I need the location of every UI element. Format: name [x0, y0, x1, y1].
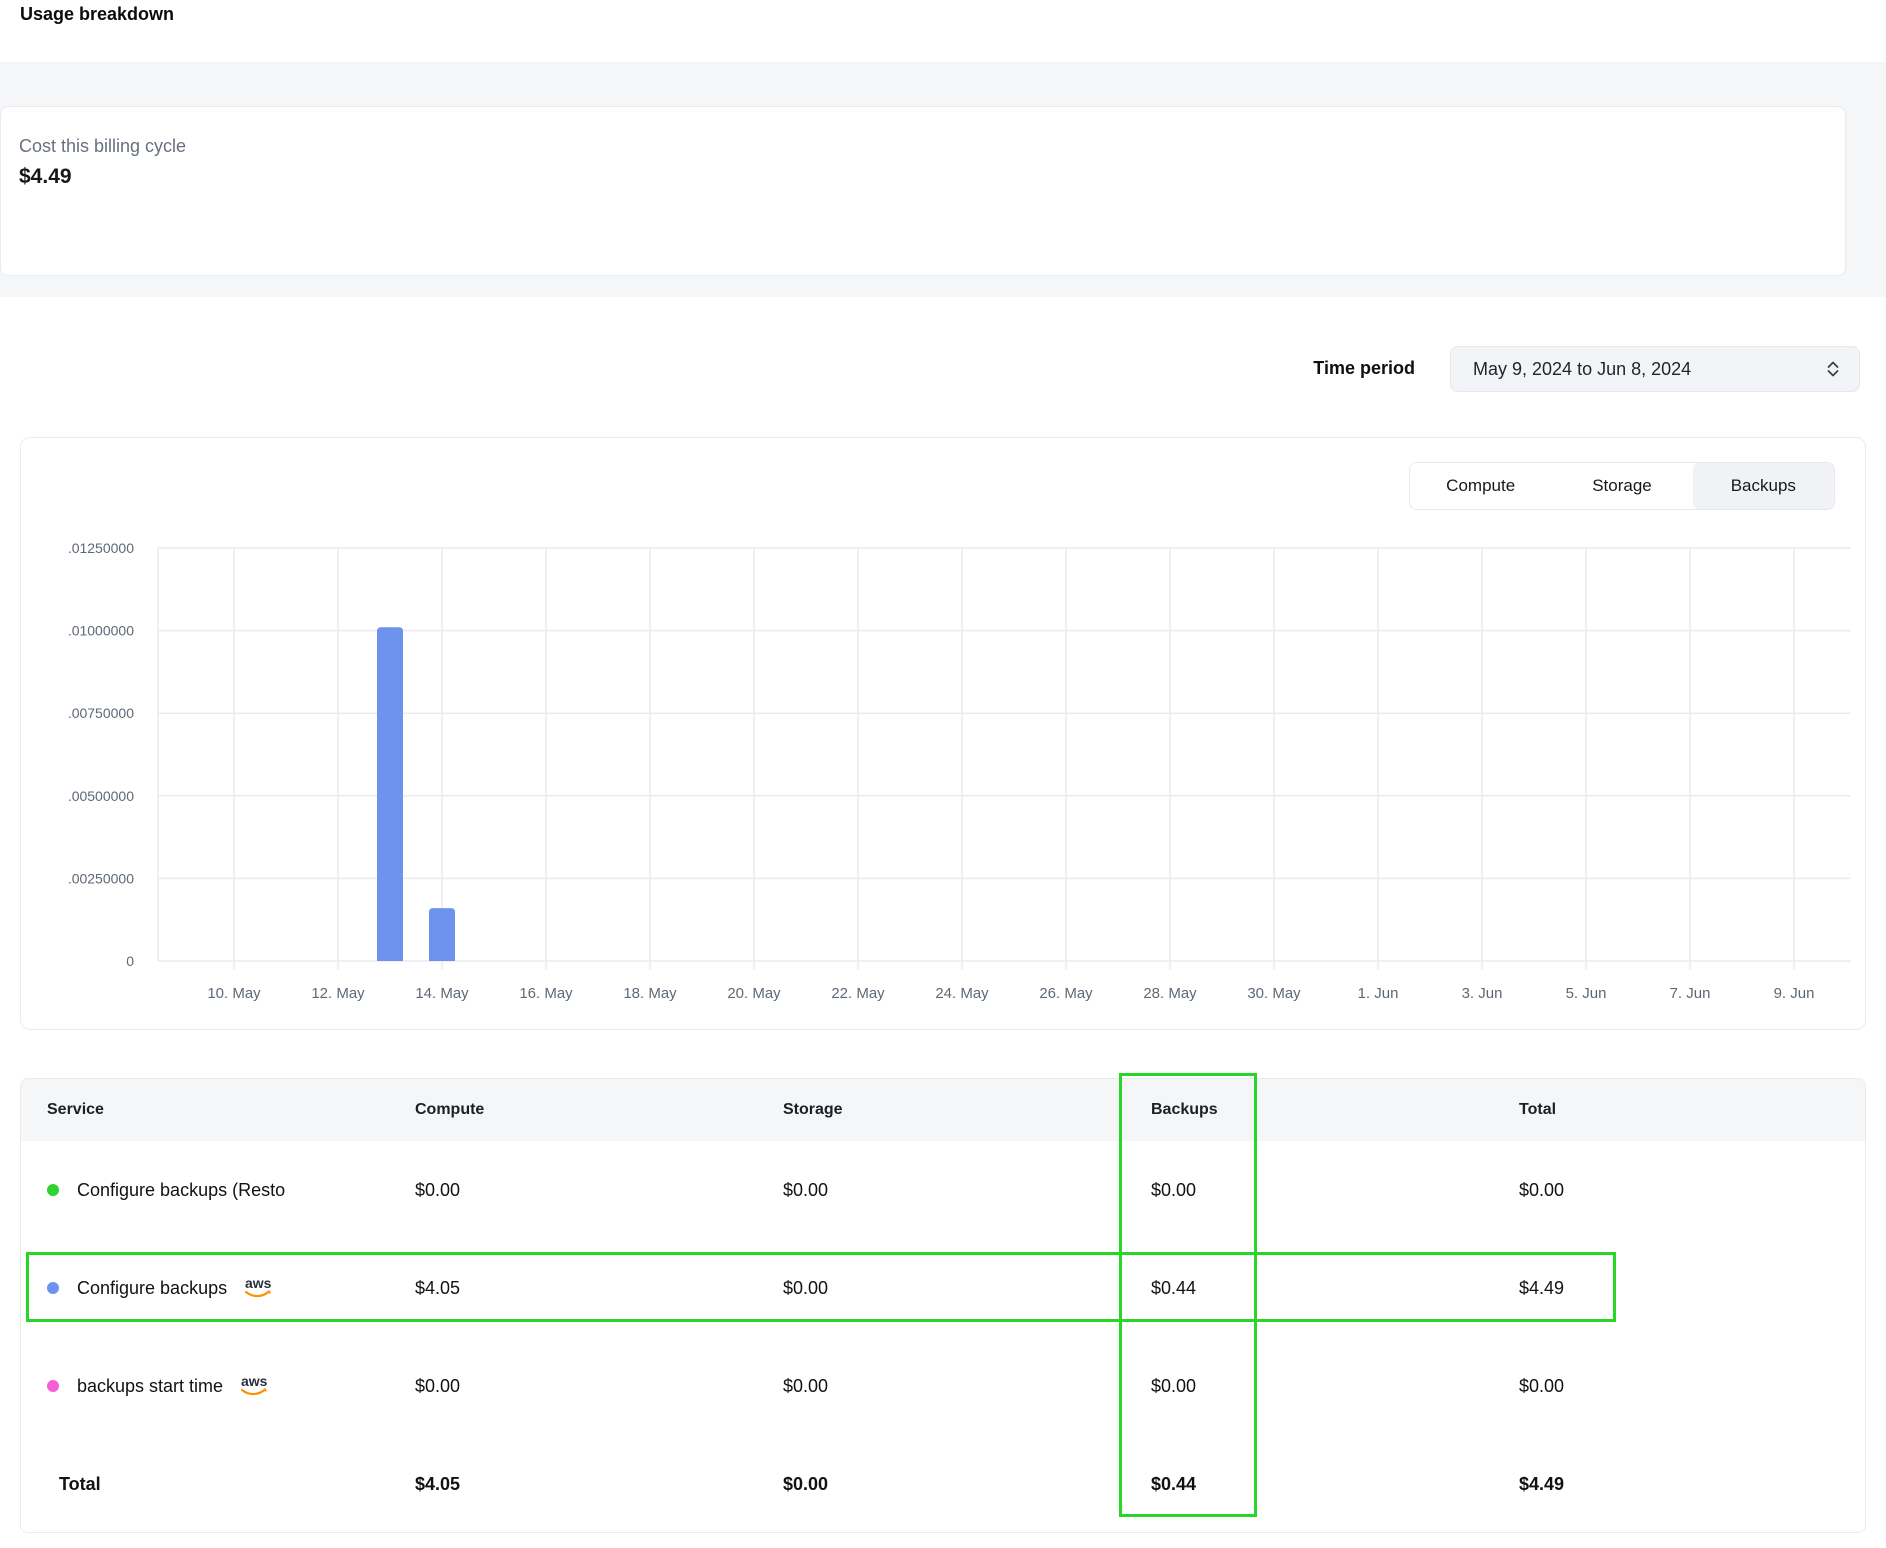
x-axis-tick-label: 26. May: [1039, 985, 1093, 1002]
table-row-configure-backups: Configure backups aws $4.05 $0.00 $0.44 …: [21, 1239, 1865, 1337]
total-compute: $4.05: [415, 1435, 460, 1533]
x-axis-tick-label: 30. May: [1247, 985, 1301, 1002]
cell-backups: $0.00: [1151, 1141, 1196, 1239]
x-axis-tick-label: 5. Jun: [1566, 985, 1607, 1002]
cell-storage: $0.00: [783, 1141, 828, 1239]
cell-compute: $0.00: [415, 1337, 460, 1435]
chevron-updown-icon: [1825, 359, 1841, 379]
usage-bar[interactable]: [429, 908, 455, 961]
table-row-total: Total $4.05 $0.00 $0.44 $4.49: [21, 1435, 1865, 1533]
x-axis-tick-label: 12. May: [311, 985, 365, 1002]
total-label: Total: [59, 1435, 101, 1533]
cell-backups: $0.44: [1151, 1239, 1196, 1337]
col-header-service: Service: [47, 1079, 104, 1141]
time-period-label: Time period: [1245, 358, 1415, 379]
y-axis-tick-label: 0: [126, 953, 134, 969]
y-axis-tick-label: .00500000: [68, 788, 134, 804]
svg-text:aws: aws: [241, 1373, 268, 1389]
tab-backups[interactable]: Backups: [1693, 463, 1834, 509]
series-dot: [47, 1184, 59, 1196]
x-axis-tick-label: 14. May: [415, 985, 469, 1002]
summary-band: Cost this billing cycle $4.49: [0, 62, 1886, 297]
series-dot: [47, 1282, 59, 1294]
cell-compute: $4.05: [415, 1239, 460, 1337]
y-axis-tick-label: .01000000: [68, 623, 134, 639]
chart-metric-tabs: Compute Storage Backups: [1409, 462, 1835, 510]
col-header-compute: Compute: [415, 1079, 484, 1141]
cell-storage: $0.00: [783, 1239, 828, 1337]
x-axis-tick-label: 3. Jun: [1462, 985, 1503, 1002]
cost-cycle-label: Cost this billing cycle: [19, 136, 186, 157]
page-title: Usage breakdown: [20, 4, 174, 25]
service-name: Configure backups (Resto: [77, 1180, 285, 1201]
total-backups: $0.44: [1151, 1435, 1196, 1533]
x-axis-tick-label: 7. Jun: [1670, 985, 1711, 1002]
x-axis-tick-label: 20. May: [727, 985, 781, 1002]
tab-compute[interactable]: Compute: [1410, 463, 1551, 509]
col-header-storage: Storage: [783, 1079, 843, 1141]
time-period-select[interactable]: May 9, 2024 to Jun 8, 2024: [1450, 346, 1860, 392]
x-axis-tick-label: 18. May: [623, 985, 677, 1002]
total-total: $4.49: [1519, 1435, 1564, 1533]
y-axis-tick-label: .00750000: [68, 705, 134, 721]
aws-logo-icon: aws: [241, 1275, 275, 1301]
summary-card: Cost this billing cycle $4.49: [0, 106, 1846, 276]
col-header-total: Total: [1519, 1079, 1556, 1141]
time-period-value: May 9, 2024 to Jun 8, 2024: [1473, 359, 1825, 380]
series-dot: [47, 1380, 59, 1392]
cost-cycle-value: $4.49: [19, 165, 72, 189]
cost-breakdown-table: Service Compute Storage Backups Total Co…: [20, 1078, 1866, 1533]
cell-storage: $0.00: [783, 1337, 828, 1435]
y-axis-tick-label: .00250000: [68, 870, 134, 886]
x-axis-tick-label: 1. Jun: [1358, 985, 1399, 1002]
x-axis-tick-label: 16. May: [519, 985, 573, 1002]
x-axis-tick-label: 22. May: [831, 985, 885, 1002]
svg-text:aws: aws: [245, 1275, 272, 1291]
table-row-backups-start-time: backups start time aws $0.00 $0.00 $0.00…: [21, 1337, 1865, 1435]
y-axis-tick-label: .01250000: [68, 540, 134, 556]
table-row-configure-backups-restored: Configure backups (Resto $0.00 $0.00 $0.…: [21, 1141, 1865, 1239]
aws-logo-icon: aws: [237, 1373, 271, 1399]
cell-total: $0.00: [1519, 1337, 1564, 1435]
x-axis-tick-label: 28. May: [1143, 985, 1197, 1002]
cell-compute: $0.00: [415, 1141, 460, 1239]
cell-backups: $0.00: [1151, 1337, 1196, 1435]
usage-bar[interactable]: [377, 627, 403, 961]
service-name: Configure backups: [77, 1278, 227, 1299]
cell-total: $4.49: [1519, 1239, 1564, 1337]
cell-total: $0.00: [1519, 1141, 1564, 1239]
usage-bar-chart: .01250000 .01000000 .00750000 .00500000 .002…: [21, 438, 1865, 1029]
tab-storage[interactable]: Storage: [1551, 463, 1692, 509]
x-axis-tick-label: 10. May: [207, 985, 261, 1002]
x-axis-tick-label: 9. Jun: [1774, 985, 1815, 1002]
x-axis-tick-label: 24. May: [935, 985, 989, 1002]
col-header-backups: Backups: [1151, 1079, 1218, 1141]
total-storage: $0.00: [783, 1435, 828, 1533]
usage-chart-card: Compute Storage Backups .01250000 .010000…: [20, 437, 1866, 1030]
table-header-row: Service Compute Storage Backups Total: [21, 1079, 1865, 1141]
service-name: backups start time: [77, 1376, 223, 1397]
